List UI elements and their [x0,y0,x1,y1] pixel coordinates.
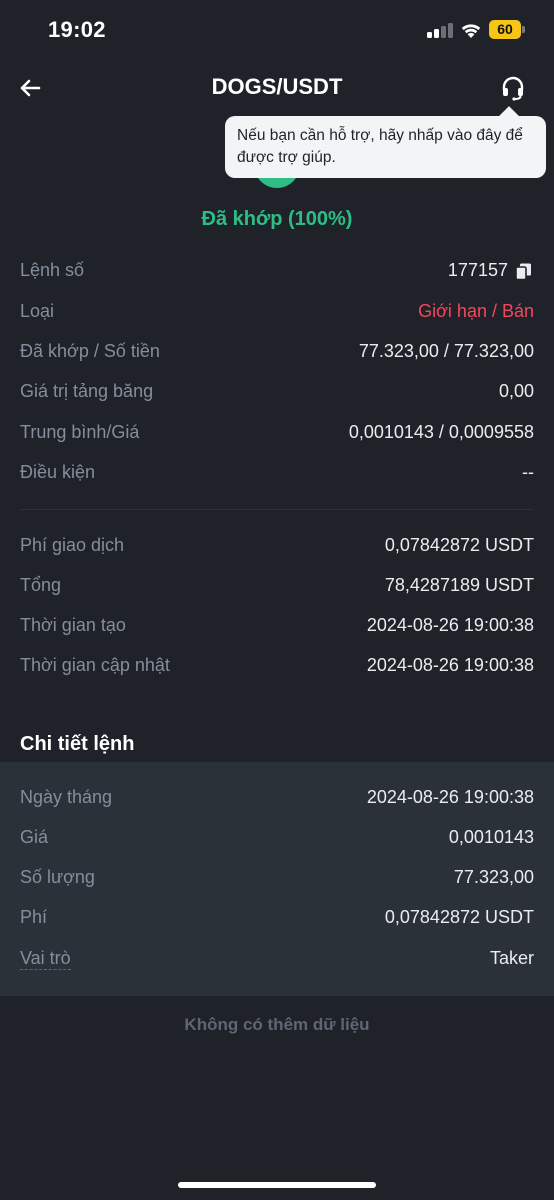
tooltip-text: Nếu bạn cần hỗ trợ, hãy nhấp vào đây để … [237,127,523,166]
headset-icon[interactable] [500,75,526,101]
info-row-updated-time: Thời gian cập nhật 2024-08-26 19:00:38 [20,655,534,683]
info-row-created-time: Thời gian tạo 2024-08-26 19:00:38 [20,615,534,643]
detail-label: Phí [20,907,48,927]
header: DOGS/USDT [0,62,554,118]
cellular-signal-icon [427,22,453,38]
detail-row-fee: Phí 0,07842872 USDT [20,907,534,935]
avg-price-value: 0,0010143 / 0,0009558 [348,422,534,442]
updated-time-value: 2024-08-26 19:00:38 [366,655,534,675]
status-bar: 19:02 60 [0,0,554,62]
total-value: 78,4287189 USDT [384,575,534,595]
filled-amount-value: 77.323,00 / 77.323,00 [358,341,534,361]
iceberg-value: 0,00 [498,381,534,401]
order-number-value: 177157 [447,260,508,280]
detail-label: Ngày tháng [20,787,113,807]
condition-value: -- [522,462,534,482]
detail-label-role[interactable]: Vai trò [20,948,71,970]
info-row-total: Tổng 78,4287189 USDT [20,575,534,603]
detail-row-date: Ngày tháng 2024-08-26 19:00:38 [20,787,534,815]
info-row-order-number: Lệnh số 177157 [20,260,534,288]
info-label: Trung bình/Giá [20,422,140,442]
order-detail-screen: 19:02 60 DOGS/USDT Nếu bạn cần hỗ trợ, h… [0,0,554,1200]
role-label[interactable]: Vai trò [20,948,71,970]
detail-row-role: Vai trò Taker [20,948,534,976]
battery-level: 60 [497,21,513,37]
status-time: 19:02 [48,17,106,42]
info-row-fee: Phí giao dịch 0,07842872 USDT [20,535,534,563]
order-status-label: Đã khớp (100%) [201,208,353,230]
page-title: DOGS/USDT [211,74,343,99]
divider [20,509,534,510]
info-label: Điều kiện [20,462,96,482]
info-label: Giá trị tảng băng [20,381,154,401]
order-type-value: Giới hạn / Bán [418,301,534,321]
detail-quantity-value: 77.323,00 [453,867,534,887]
info-row-avg-price: Trung bình/Giá 0,0010143 / 0,0009558 [20,422,534,450]
detail-row-price: Giá 0,0010143 [20,827,534,855]
info-label: Đã khớp / Số tiền [20,341,160,361]
created-time-value: 2024-08-26 19:00:38 [366,615,534,635]
info-label: Lệnh số [20,260,85,280]
fee-value: 0,07842872 USDT [384,535,534,555]
detail-label: Giá [20,827,49,847]
info-row-condition: Điều kiện -- [20,462,534,490]
detail-role-value: Taker [489,948,534,968]
detail-date-value: 2024-08-26 19:00:38 [366,787,534,807]
support-tooltip[interactable]: Nếu bạn cần hỗ trợ, hãy nhấp vào đây để … [225,116,546,178]
battery-icon: 60 [489,20,525,39]
detail-fee-value: 0,07842872 USDT [384,907,534,927]
detail-row-quantity: Số lượng 77.323,00 [20,867,534,895]
info-label: Phí giao dịch [20,535,125,555]
section-title-order-details: Chi tiết lệnh [20,733,135,755]
info-label: Loại [20,301,55,321]
info-row-filled-amount: Đã khớp / Số tiền 77.323,00 / 77.323,00 [20,341,534,369]
home-indicator[interactable] [178,1182,376,1188]
info-label: Tổng [20,575,62,595]
detail-price-value: 0,0010143 [448,827,534,847]
info-row-iceberg: Giá trị tảng băng 0,00 [20,381,534,409]
info-label: Thời gian cập nhật [20,655,170,675]
info-row-type: Loại Giới hạn / Bán [20,301,534,329]
wifi-icon [461,24,481,38]
info-label: Thời gian tạo [20,615,126,635]
detail-label: Số lượng [20,867,95,887]
copy-icon[interactable] [515,263,532,280]
no-more-data-text: Không có thêm dữ liệu [184,1015,370,1034]
